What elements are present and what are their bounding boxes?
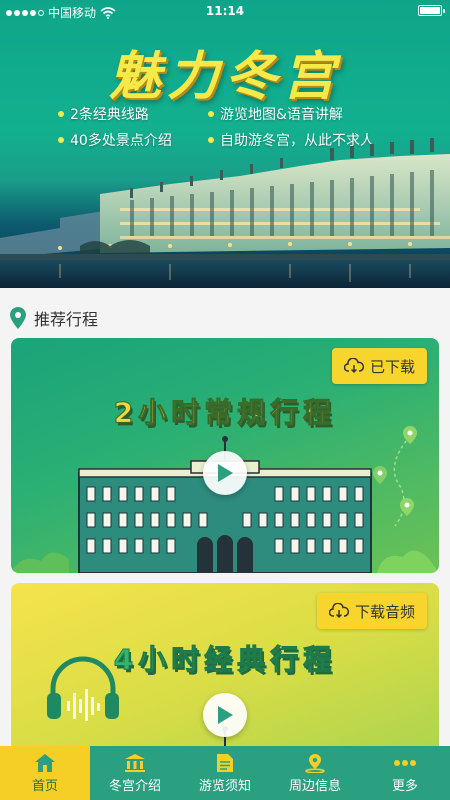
itinerary-title: 2小时常规行程 bbox=[113, 396, 337, 430]
document-icon bbox=[217, 753, 233, 772]
tab-nearby-info[interactable]: 周边信息 bbox=[270, 746, 360, 800]
tab-label: 更多 bbox=[391, 778, 418, 794]
itinerary-card[interactable]: 已下载 2小时常规行程 bbox=[11, 338, 439, 573]
headphones-icon bbox=[47, 656, 119, 721]
battery-icon bbox=[418, 5, 445, 16]
tab-label: 冬宫介绍 bbox=[108, 778, 161, 794]
cloud-download-icon bbox=[343, 358, 364, 374]
status-bar: 中国移动 11:14 bbox=[0, 0, 450, 22]
map-pin-icon bbox=[305, 753, 325, 773]
play-button[interactable] bbox=[203, 451, 247, 495]
tab-home[interactable]: 首页 bbox=[0, 746, 90, 800]
bullet-icon bbox=[58, 111, 64, 117]
download-status-button[interactable]: 已下载 bbox=[331, 348, 427, 384]
museum-icon bbox=[125, 753, 145, 772]
palace-illustration bbox=[0, 138, 450, 288]
app-screen: 中国移动 11:14 魅力冬宫 2条经典线路 游览地图&语音讲解 40多处景点介… bbox=[0, 0, 450, 800]
play-icon bbox=[218, 464, 233, 482]
tab-label: 首页 bbox=[31, 778, 58, 794]
hero-title: 魅力冬宫 bbox=[108, 46, 341, 107]
download-label: 下载音频 bbox=[354, 602, 415, 621]
section-title: 推荐行程 bbox=[34, 310, 99, 329]
status-time: 11:14 bbox=[205, 4, 245, 18]
tab-label: 游览须知 bbox=[198, 778, 251, 794]
play-icon bbox=[218, 706, 233, 724]
location-pin-icon bbox=[10, 307, 26, 329]
download-label: 已下载 bbox=[369, 357, 415, 376]
bottom-tab-bar: 首页 冬宫介绍 游览须知 周边信息 更多 bbox=[0, 746, 450, 800]
tab-more[interactable]: 更多 bbox=[360, 746, 450, 800]
play-button[interactable] bbox=[203, 693, 247, 737]
more-icon bbox=[394, 759, 416, 766]
home-icon bbox=[35, 753, 55, 772]
tab-palace-intro[interactable]: 冬宫介绍 bbox=[90, 746, 180, 800]
download-audio-button[interactable]: 下载音频 bbox=[316, 593, 427, 629]
section-header: 推荐行程 bbox=[10, 306, 98, 330]
bullet-icon bbox=[208, 111, 214, 117]
tab-label: 周边信息 bbox=[288, 778, 341, 794]
cloud-download-icon bbox=[328, 603, 349, 619]
hero-banner: 中国移动 11:14 魅力冬宫 2条经典线路 游览地图&语音讲解 40多处景点介… bbox=[0, 0, 450, 288]
tab-visit-notes[interactable]: 游览须知 bbox=[180, 746, 270, 800]
